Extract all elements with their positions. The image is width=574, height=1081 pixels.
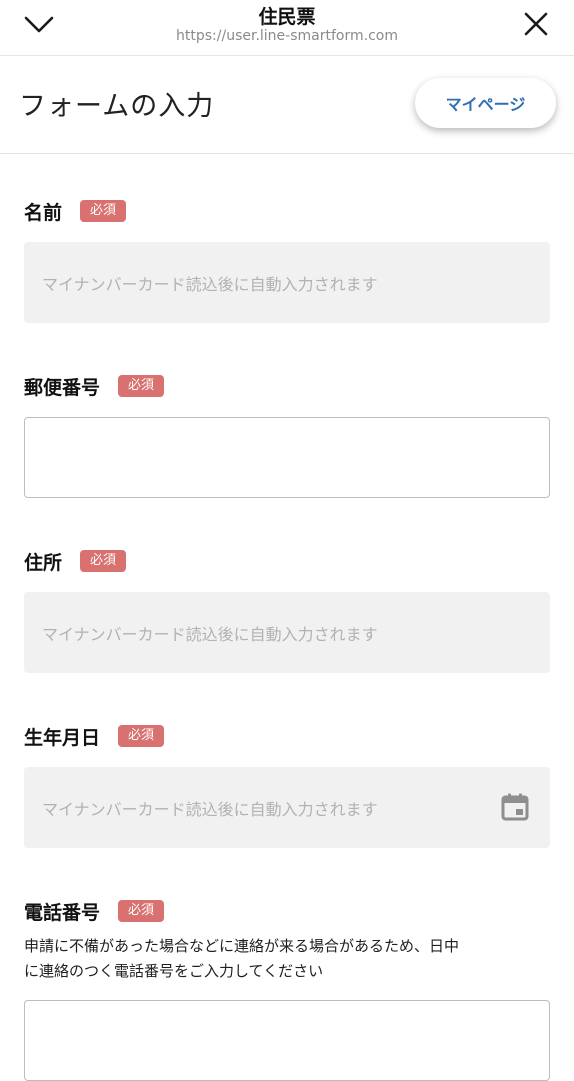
page-title: 住民票 [258, 6, 316, 28]
help-line: に連絡のつく電話番号をご入力してください [24, 962, 324, 980]
required-badge: 必須 [80, 550, 127, 572]
birthdate-readonly-field: マイナンバーカード読込後に自動入力されます [24, 767, 550, 848]
field-postal-code: 郵便番号 必須 [24, 371, 550, 498]
name-readonly-field: マイナンバーカード読込後に自動入力されます [24, 242, 550, 323]
required-badge: 必須 [80, 200, 127, 222]
page-url: https://user.line-smartform.com [176, 28, 398, 44]
field-label: 電話番号 [24, 901, 101, 924]
phone-help-text: 申請に不備があった場合などに連絡が来る場合があるため、日中 に連絡のつく電話番号… [24, 934, 554, 984]
mypage-button[interactable]: マイページ [415, 78, 556, 128]
field-birthdate: 生年月日 必須 マイナンバーカード読込後に自動入力されます [24, 721, 550, 848]
field-label: 生年月日 [24, 726, 101, 749]
address-readonly-field: マイナンバーカード読込後に自動入力されます [24, 592, 550, 673]
postal-code-input[interactable] [24, 417, 550, 498]
help-line: 申請に不備があった場合などに連絡が来る場合があるため、日中 [24, 937, 460, 955]
close-icon[interactable] [522, 10, 550, 38]
form-title: フォームの入力 [19, 91, 215, 122]
birthdate-placeholder: マイナンバーカード読込後に自動入力されます [42, 799, 378, 819]
required-badge: 必須 [118, 725, 165, 747]
field-address: 住所 必須 マイナンバーカード読込後に自動入力されます [24, 546, 550, 673]
form-header: フォームの入力 マイページ [0, 56, 574, 154]
browser-topbar: 住民票 https://user.line-smartform.com [0, 0, 574, 56]
field-label: 名前 [24, 201, 63, 224]
field-label: 住所 [24, 551, 63, 574]
required-badge: 必須 [118, 900, 165, 922]
field-name: 名前 必須 マイナンバーカード読込後に自動入力されます [24, 196, 550, 323]
field-phone: 電話番号 必須 申請に不備があった場合などに連絡が来る場合があるため、日中 に連… [24, 896, 550, 1081]
field-label: 郵便番号 [24, 376, 101, 399]
required-badge: 必須 [118, 375, 165, 397]
calendar-icon [501, 793, 529, 821]
phone-input[interactable] [24, 1000, 550, 1081]
